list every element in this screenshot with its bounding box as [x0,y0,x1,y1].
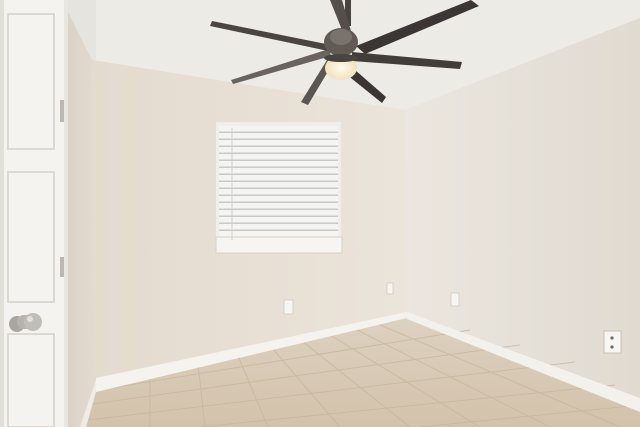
room-scene [0,0,640,427]
window-with-blinds [215,122,343,254]
room-illustration [0,0,640,427]
door [0,0,68,427]
